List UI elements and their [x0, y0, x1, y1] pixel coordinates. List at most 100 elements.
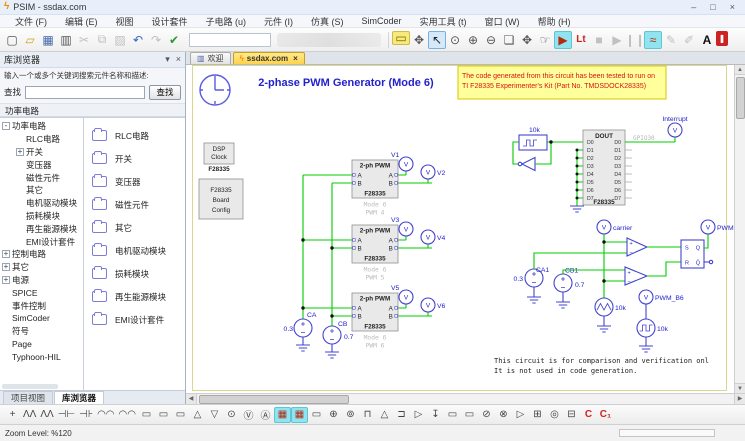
voltmeter-carrier[interactable]: V carrier	[597, 220, 633, 234]
scroll-left-icon[interactable]: ◀	[186, 394, 197, 404]
voltmeter-pwm-b6[interactable]: V PWM_B6	[639, 290, 684, 304]
resistor-icon[interactable]: ΛΛ	[21, 407, 38, 423]
mux-icon[interactable]: ⊟	[563, 407, 580, 423]
board-config-block[interactable]: F28335 Board Config	[199, 179, 243, 219]
cut-icon[interactable]: ✂	[75, 31, 93, 49]
diode-up-icon[interactable]: △	[189, 407, 206, 423]
menu-item[interactable]: 仿真 (S)	[302, 15, 353, 28]
menu-item[interactable]: 文件 (F)	[6, 15, 56, 28]
library-folder[interactable]: 损耗模块	[92, 262, 185, 285]
tree-item[interactable]: 变压器	[2, 158, 83, 171]
capacitor-icon[interactable]: ⊣⊢	[56, 407, 77, 423]
source-ca1[interactable]: CA1 0.3	[514, 267, 550, 303]
scroll-right-icon[interactable]: ▶	[734, 394, 745, 404]
expander-icon[interactable]: -	[2, 122, 10, 130]
expander-icon[interactable]: +	[2, 250, 10, 258]
rlc-branch-icon[interactable]: ▭	[308, 407, 325, 423]
square-source-icon[interactable]: ⊓	[359, 407, 376, 423]
paste-icon[interactable]: ▨	[111, 31, 129, 49]
draw-line-icon[interactable]: ✎	[662, 31, 680, 49]
open-file-icon[interactable]: ▱	[21, 31, 39, 49]
redo-icon[interactable]: ↷	[147, 31, 165, 49]
scroll-up-icon[interactable]: ▲	[735, 65, 745, 75]
menu-item[interactable]: 设计套件	[143, 15, 197, 28]
tab-project-view[interactable]: 项目视图	[3, 391, 53, 404]
tree-item[interactable]: 其它	[2, 184, 83, 197]
footer-note[interactable]: This circuit is for comparison and verif…	[494, 357, 709, 365]
tree-item[interactable]: 事件控制	[2, 299, 83, 312]
voltage-sensor-icon[interactable]: ⊘	[478, 407, 495, 423]
library-folder[interactable]: 其它	[92, 216, 185, 239]
copy-icon[interactable]: ⧉	[93, 31, 111, 49]
pi-block-icon[interactable]: ▭	[461, 407, 478, 423]
close-icon[interactable]: ×	[730, 3, 735, 12]
diode-down-icon[interactable]: ▽	[206, 407, 223, 423]
transformer-icon[interactable]: ◎	[546, 407, 563, 423]
tree-item[interactable]: Typhoon-HIL	[2, 350, 83, 363]
sine-source-icon[interactable]: ⊚	[342, 407, 359, 423]
tree-item[interactable]: + 其它	[2, 261, 83, 274]
menu-item[interactable]: 帮助 (H)	[529, 15, 580, 28]
clock-icon[interactable]	[200, 75, 230, 105]
point-icon[interactable]: ☞	[536, 31, 554, 49]
voltmeter-icon[interactable]: Ⓥ	[240, 407, 257, 423]
comparator-1[interactable]: + −	[627, 238, 647, 257]
zoom-area-icon[interactable]: ✥	[518, 31, 536, 49]
gain-block-icon[interactable]: ▭	[444, 407, 461, 423]
menu-item[interactable]: 实用工具 (t)	[411, 15, 476, 28]
pin-panel-icon[interactable]: ▾	[165, 54, 170, 65]
igbt-block-icon[interactable]: ▭	[172, 407, 189, 423]
menu-item[interactable]: SimCoder	[353, 16, 411, 26]
probe-icon[interactable]: ↧	[427, 407, 444, 423]
expander-icon[interactable]: +	[2, 263, 10, 271]
tree-item[interactable]: - 功率电路	[2, 120, 83, 133]
check-schematic-icon[interactable]: ✔	[165, 31, 183, 49]
text-tool-icon[interactable]: A	[698, 31, 716, 49]
zoom-out-icon[interactable]: ⊖	[482, 31, 500, 49]
expander-icon[interactable]: +	[2, 276, 10, 284]
dout-block[interactable]: DOUT D0 D1 D2 D3 D4 D5 D6 D7 D0 D1 D2 D3…	[583, 130, 632, 206]
library-folder[interactable]: 变压器	[92, 170, 185, 193]
search-button[interactable]: 查找	[149, 85, 181, 100]
draw-shape-icon[interactable]: ✐	[680, 31, 698, 49]
step-source-icon[interactable]: ⊐	[393, 407, 410, 423]
label-icon[interactable]: ▭	[392, 31, 410, 45]
menu-item[interactable]: 元件 (I)	[255, 15, 302, 28]
tree-item[interactable]: + 控制电路	[2, 248, 83, 261]
dc-source-icon[interactable]: ⊕	[325, 407, 342, 423]
menu-item[interactable]: 视图	[107, 15, 143, 28]
tab-welcome[interactable]: ▥ 欢迎	[190, 52, 231, 64]
voltmeter-pwm[interactable]: V PWM	[701, 220, 734, 234]
tree-item[interactable]: 符号	[2, 325, 83, 338]
close-panel-icon[interactable]: ×	[176, 54, 181, 65]
schematic-sheet[interactable]: 2-phase PWM Generator (Mode 6) The code …	[186, 65, 745, 393]
stop-icon[interactable]: ■	[590, 31, 608, 49]
triangle-source-icon[interactable]: △	[376, 407, 393, 423]
print-icon[interactable]: ▥	[57, 31, 75, 49]
tree-item[interactable]: Page	[2, 338, 83, 351]
pwm-block-3[interactable]: 2-ph PWM A B A B F28335 Mode 6 PWM 6 V V…	[352, 285, 446, 350]
tree-scrollbar[interactable]	[2, 384, 58, 389]
diode-block-icon[interactable]: ▭	[138, 407, 155, 423]
dsp-clock-block[interactable]: DSP Clock F28335	[204, 143, 234, 173]
tab-library-browser[interactable]: 库浏览器	[54, 391, 104, 404]
coupled-inductor-icon[interactable]: ◠◠	[117, 407, 138, 423]
pause-icon[interactable]: ❙❙	[626, 31, 644, 49]
add-element-icon[interactable]: +	[4, 407, 21, 423]
vertical-scrollbar[interactable]: ▲ ▼	[734, 65, 745, 393]
zoom-in-icon[interactable]: ⊕	[464, 31, 482, 49]
tree-item[interactable]: 电机驱动模块	[2, 197, 83, 210]
select-cursor-icon[interactable]: ↖	[428, 31, 446, 49]
current-sensor-icon[interactable]: ⊗	[495, 407, 512, 423]
simview-icon[interactable]: ≈	[644, 31, 662, 49]
library-folder[interactable]: 磁性元件	[92, 193, 185, 216]
close-tab-icon[interactable]: ×	[293, 54, 298, 63]
rheostat-icon[interactable]: ΛΛ	[38, 407, 55, 423]
c-script-icon[interactable]: C	[580, 407, 597, 423]
ammeter-icon[interactable]: Ⓐ	[257, 407, 274, 423]
source-ca[interactable]: CA 0.3	[284, 312, 317, 351]
library-folder[interactable]: RLC电路	[92, 124, 185, 147]
category-bar[interactable]: 功率电路	[0, 103, 185, 117]
zoom-icon[interactable]: ⊙	[446, 31, 464, 49]
square-wave-source[interactable]: 10k	[637, 319, 669, 352]
